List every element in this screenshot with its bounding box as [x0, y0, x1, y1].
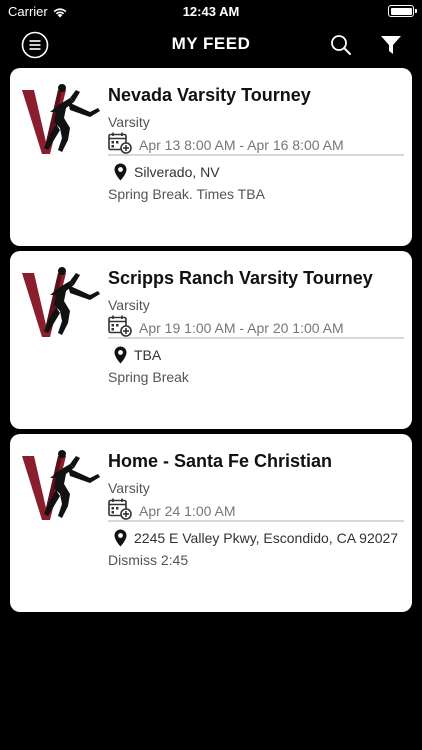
location-pin-icon: [114, 163, 127, 181]
event-location-row: 2245 E Valley Pkwy, Escondido, CA 92027: [108, 528, 404, 548]
filter-button[interactable]: [376, 30, 406, 60]
filter-funnel-icon: [381, 36, 401, 54]
event-note: Dismiss 2:45: [108, 552, 189, 568]
event-feed: Nevada Varsity Tourney Varsity Apr 13 8:…: [10, 68, 412, 617]
event-date-row: Apr 19 1:00 AM - Apr 20 1:00 AM: [108, 315, 404, 339]
event-date-row: Apr 13 8:00 AM - Apr 16 8:00 AM: [108, 132, 404, 156]
location-pin-icon: [114, 529, 127, 547]
event-date: Apr 19 1:00 AM - Apr 20 1:00 AM: [139, 320, 344, 336]
location-pin-icon: [114, 346, 127, 364]
event-location-row: TBA: [108, 345, 404, 365]
calendar-add-icon: [108, 315, 132, 337]
calendar-add-icon: [108, 498, 132, 520]
event-location-row: Silverado, NV: [108, 162, 404, 182]
event-location: 2245 E Valley Pkwy, Escondido, CA 92027: [134, 530, 399, 546]
event-location: TBA: [134, 347, 162, 363]
event-card[interactable]: Scripps Ranch Varsity Tourney Varsity Ap…: [10, 251, 412, 429]
event-level: Varsity: [108, 480, 150, 496]
search-button[interactable]: [326, 30, 356, 60]
page-title: MY FEED: [171, 34, 251, 53]
event-level: Varsity: [108, 297, 150, 313]
event-title: Nevada Varsity Tourney: [108, 85, 311, 105]
event-card[interactable]: Home - Santa Fe Christian Varsity Apr 24…: [10, 434, 412, 612]
event-level: Varsity: [108, 114, 150, 130]
event-note: Spring Break: [108, 369, 189, 385]
team-logo-icon: [22, 267, 100, 337]
status-bar: Carrier 12:43 AM: [0, 0, 422, 24]
event-title: Scripps Ranch Varsity Tourney: [108, 268, 373, 288]
event-note: Spring Break. Times TBA: [108, 186, 265, 202]
event-card[interactable]: Nevada Varsity Tourney Varsity Apr 13 8:…: [10, 68, 412, 246]
search-icon: [331, 35, 351, 55]
event-date: Apr 24 1:00 AM: [139, 503, 236, 519]
calendar-add-icon: [108, 132, 132, 154]
event-date-row: Apr 24 1:00 AM: [108, 498, 404, 522]
nav-bar: MY FEED: [0, 24, 422, 64]
status-time: 12:43 AM: [182, 4, 240, 19]
team-logo-icon: [22, 450, 100, 520]
event-location: Silverado, NV: [134, 164, 220, 180]
team-logo-icon: [22, 84, 100, 154]
battery-icon: [388, 5, 417, 17]
event-title: Home - Santa Fe Christian: [108, 451, 333, 471]
event-date: Apr 13 8:00 AM - Apr 16 8:00 AM: [139, 137, 344, 153]
